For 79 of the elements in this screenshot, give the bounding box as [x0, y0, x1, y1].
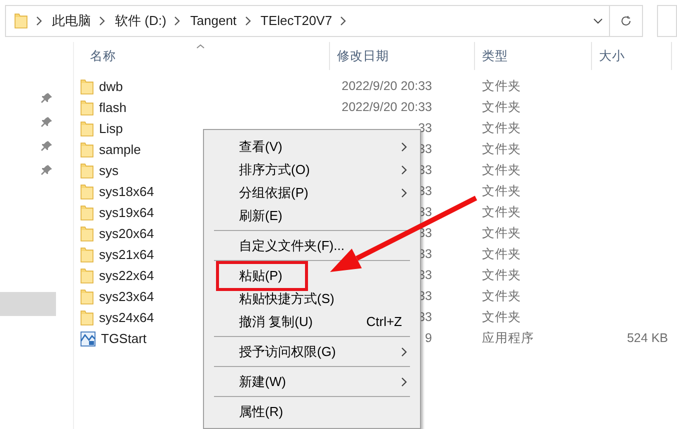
pin-icon[interactable] — [41, 116, 53, 128]
search-field[interactable] — [657, 5, 677, 37]
breadcrumb-chevron-icon — [244, 16, 252, 26]
folder-icon — [80, 310, 94, 326]
type-text: 文件夹 — [482, 268, 521, 282]
folder-icon — [80, 204, 94, 220]
column-header[interactable]: 大小 — [592, 42, 672, 70]
menu-item[interactable]: 新建(W) — [204, 370, 420, 393]
menu-item[interactable]: 粘贴快捷方式(S) — [204, 287, 420, 310]
breadcrumb-item[interactable]: 此电脑 — [52, 11, 91, 31]
breadcrumb-chevron-icon — [36, 16, 43, 26]
type-text: 文件夹 — [482, 142, 521, 156]
menu-item[interactable]: 刷新(E) — [204, 204, 420, 227]
date-text: 2022/9/20 20:33 — [342, 100, 432, 114]
file-name[interactable]: Lisp — [99, 118, 123, 138]
file-name[interactable]: sample — [99, 140, 141, 160]
type-text: 应用程序 — [482, 331, 534, 346]
file-name[interactable]: sys24x64 — [99, 308, 154, 328]
menu-item[interactable]: 查看(V) — [204, 135, 420, 158]
type-text: 文件夹 — [482, 289, 521, 304]
file-name[interactable]: sys — [99, 160, 118, 180]
folder-icon — [14, 13, 28, 29]
breadcrumb-item[interactable]: Tangent — [190, 11, 237, 31]
type-text: 文件夹 — [482, 100, 521, 114]
address-bar[interactable]: 此电脑 软件 (D:) Tangent TElecT20V7 — [5, 5, 610, 37]
type-text: 文件夹 — [482, 184, 521, 198]
folder-icon — [80, 78, 94, 94]
breadcrumb-chevron-icon — [99, 16, 106, 26]
file-name[interactable]: sys23x64 — [99, 286, 154, 306]
menu-item[interactable]: 排序方式(O) — [204, 158, 420, 181]
dropdown-icon[interactable] — [592, 18, 603, 24]
application-icon — [80, 330, 96, 346]
type-text: 文件夹 — [482, 79, 521, 94]
column-header[interactable]: 名称 — [74, 42, 330, 70]
pin-icon[interactable] — [41, 140, 53, 152]
shortcut-text: Ctrl+Z — [366, 312, 402, 331]
menu-item[interactable]: 撤消 复制(U) Ctrl+Z — [204, 310, 420, 333]
refresh-button[interactable] — [610, 5, 644, 37]
menu-item[interactable]: 属性(R) — [204, 400, 420, 423]
folder-icon — [80, 268, 94, 284]
menu-item[interactable]: 授予访问权限(G) — [204, 340, 420, 363]
file-name[interactable]: sys21x64 — [99, 244, 154, 264]
column-header[interactable]: 修改日期 — [330, 42, 475, 70]
size-text: 524 KB — [626, 331, 668, 346]
menu-item[interactable]: 自定义文件夹(F)... — [204, 234, 420, 257]
file-name[interactable]: sys19x64 — [99, 202, 154, 222]
pin-icon[interactable] — [41, 164, 53, 176]
refresh-icon — [620, 15, 632, 27]
type-text: 文件夹 — [482, 163, 521, 178]
file-name[interactable]: dwb — [99, 76, 123, 96]
folder-icon — [80, 226, 94, 242]
type-text: 文件夹 — [482, 121, 521, 136]
column-header[interactable]: 类型 — [475, 42, 592, 70]
folder-icon — [80, 120, 94, 136]
breadcrumb-item[interactable]: 软件 (D:) — [115, 11, 166, 31]
folder-icon — [80, 162, 94, 178]
type-text: 文件夹 — [482, 226, 521, 240]
breadcrumb-chevron-icon — [174, 16, 182, 26]
type-text: 文件夹 — [482, 310, 521, 324]
date-text: 2022/9/20 20:33 — [342, 79, 432, 94]
file-name[interactable]: flash — [99, 98, 126, 118]
file-name[interactable]: sys20x64 — [99, 224, 154, 244]
sort-caret-icon[interactable] — [196, 44, 205, 49]
type-text: 文件夹 — [482, 205, 521, 220]
folder-icon — [80, 100, 94, 116]
menu-item[interactable]: 粘贴(P) — [204, 264, 420, 287]
file-name[interactable]: sys18x64 — [99, 182, 154, 202]
folder-icon — [80, 288, 94, 304]
breadcrumb-chevron-icon — [340, 16, 348, 26]
breadcrumb-item[interactable]: TElecT20V7 — [260, 11, 332, 31]
pin-icon[interactable] — [41, 92, 53, 104]
folder-icon — [80, 184, 94, 200]
file-name[interactable]: TGStart — [101, 328, 147, 348]
folder-icon — [80, 142, 94, 158]
date-text: 9 — [425, 331, 432, 346]
folder-icon — [80, 246, 94, 262]
file-name[interactable]: sys22x64 — [99, 266, 154, 286]
menu-item[interactable]: 分组依据(P) — [204, 181, 420, 204]
type-text: 文件夹 — [482, 247, 521, 262]
